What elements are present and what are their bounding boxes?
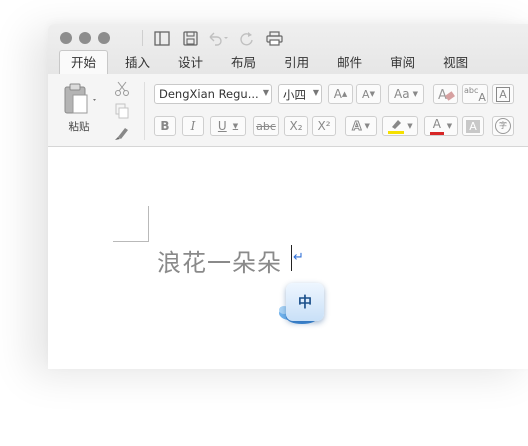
tab-home[interactable]: 开始: [59, 50, 109, 77]
enclose-characters-icon: 字: [495, 118, 511, 134]
grow-font-icon: A: [333, 87, 342, 101]
phonetic-guide-button[interactable]: abc A: [462, 84, 488, 104]
redo-icon: [239, 31, 253, 45]
tab-review[interactable]: 审阅: [379, 52, 426, 75]
character-shading-button[interactable]: A: [462, 116, 484, 136]
change-case-button[interactable]: Aa ▼: [388, 84, 424, 104]
sidebar-toggle-button[interactable]: [151, 28, 173, 48]
tab-references[interactable]: 引用: [273, 52, 320, 75]
change-case-icon: Aa: [394, 87, 410, 101]
strikethrough-icon: abc: [256, 119, 276, 133]
ime-mode-badge: 中: [286, 283, 324, 321]
italic-icon: I: [190, 119, 196, 133]
bold-button[interactable]: B: [154, 116, 176, 136]
clear-formatting-button[interactable]: A: [433, 84, 458, 104]
underline-button[interactable]: U ▼: [210, 116, 246, 136]
scissors-icon: [115, 81, 129, 96]
tab-design[interactable]: 设计: [167, 52, 214, 75]
print-button[interactable]: [263, 28, 285, 48]
tab-insert[interactable]: 插入: [114, 52, 161, 75]
save-button[interactable]: [179, 28, 201, 48]
chevron-down-icon: ▼: [312, 88, 319, 97]
character-border-icon: A: [496, 86, 510, 102]
ime-indicator[interactable]: 中: [276, 283, 328, 329]
character-border-button[interactable]: A: [492, 84, 514, 104]
paste-label: 粘贴: [68, 121, 90, 133]
font-color-icon: A: [429, 117, 444, 135]
quick-access-toolbar: [140, 28, 291, 48]
paragraph-mark: ↵: [293, 250, 304, 265]
close-button[interactable]: [60, 32, 72, 44]
cut-button[interactable]: [110, 78, 134, 100]
enclose-characters-button[interactable]: 字: [492, 116, 514, 136]
shrink-font-icon: A: [362, 87, 370, 101]
bold-icon: B: [160, 119, 170, 133]
tab-layout[interactable]: 布局: [220, 52, 267, 75]
undo-button[interactable]: [207, 28, 229, 48]
sidebar-icon: [154, 30, 170, 46]
subscript-icon: X₂: [289, 119, 303, 133]
font-color-button[interactable]: A ▼: [424, 116, 458, 136]
document-text[interactable]: 浪花一朵朵: [157, 243, 282, 278]
text-effects-button[interactable]: A ▼: [345, 116, 377, 136]
margin-marker-vertical: [148, 206, 149, 242]
toolbar-divider: [142, 30, 143, 46]
printer-icon: [265, 30, 283, 46]
document-page[interactable]: 浪花一朵朵 ↵: [48, 147, 528, 369]
clipboard-icon: [64, 83, 96, 114]
tab-mailings[interactable]: 邮件: [326, 52, 373, 75]
highlight-color-button[interactable]: ▼: [382, 116, 418, 136]
superscript-icon: X²: [317, 119, 331, 133]
grow-font-button[interactable]: A ▲: [328, 84, 353, 104]
font-name-select[interactable]: DengXian Regu... ▼: [154, 84, 272, 104]
clear-formatting-icon: A: [438, 88, 455, 102]
save-icon: [182, 30, 198, 46]
font-size-select[interactable]: 小四 ▼: [278, 84, 322, 104]
undo-icon: [209, 32, 228, 46]
redo-button[interactable]: [235, 28, 257, 48]
character-shading-icon: A: [466, 119, 480, 133]
italic-button[interactable]: I: [182, 116, 204, 136]
zoom-button[interactable]: [98, 32, 110, 44]
superscript-button[interactable]: X²: [312, 116, 336, 136]
chevron-down-icon: ▼: [262, 88, 269, 97]
font-color-letter: A: [432, 117, 441, 131]
strikethrough-button[interactable]: abc: [253, 116, 279, 136]
window-controls: [60, 32, 110, 44]
svg-text:A: A: [438, 88, 447, 102]
copy-button[interactable]: [110, 100, 134, 122]
margin-marker-horizontal: [113, 241, 149, 242]
copy-icon: [115, 103, 129, 119]
title-bar: 开始 插入 设计 布局 引用 邮件 审阅 视图: [48, 24, 528, 77]
clipboard-tools: [110, 78, 134, 144]
subscript-button[interactable]: X₂: [284, 116, 308, 136]
underline-icon: U: [217, 119, 227, 133]
font-size-value: 小四: [283, 88, 306, 102]
paste-button[interactable]: 粘贴: [61, 81, 97, 135]
ribbon-divider: [144, 82, 145, 140]
text-effects-icon: A: [352, 119, 362, 134]
format-painter-button[interactable]: [110, 122, 134, 144]
phonetic-guide-icon: abc: [464, 85, 479, 95]
highlighter-icon: [388, 120, 405, 134]
font-name-value: DengXian Regu...: [159, 87, 259, 101]
paintbrush-icon: [115, 128, 128, 140]
shrink-font-button[interactable]: A ▼: [356, 84, 381, 104]
text-cursor: [291, 245, 292, 271]
minimize-button[interactable]: [79, 32, 91, 44]
tab-view[interactable]: 视图: [432, 52, 479, 75]
ribbon-home: 粘贴 DengXian Regu... ▼ 小四 ▼ A ▲ A ▼ Aa ▼ A abc…: [48, 74, 528, 147]
